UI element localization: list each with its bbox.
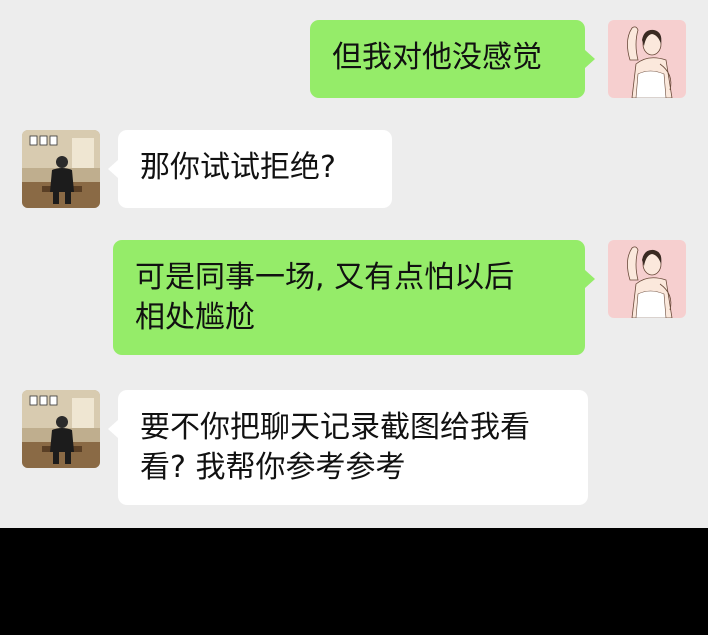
- man-photo-avatar-icon: [22, 390, 100, 468]
- message-text-line-2: 看? 我帮你参考参考: [140, 450, 406, 485]
- message-bubble-incoming[interactable]: 那你试试拒绝?: [118, 130, 392, 208]
- bubble-tail: [585, 50, 595, 68]
- message-text-line-1: 可是同事一场, 又有点怕以后: [135, 260, 515, 295]
- my-avatar[interactable]: [608, 20, 686, 98]
- message-bubble-outgoing[interactable]: 可是同事一场, 又有点怕以后 相处尴尬: [113, 240, 585, 355]
- bubble-tail: [108, 420, 118, 438]
- message-bubble-incoming[interactable]: 要不你把聊天记录截图给我看 看? 我帮你参考参考: [118, 390, 588, 505]
- message-text: 那你试试拒绝?: [140, 150, 336, 185]
- bottom-black-band: [0, 528, 708, 635]
- bubble-tail: [108, 160, 118, 178]
- message-text-line-1: 要不你把聊天记录截图给我看: [140, 410, 530, 445]
- friend-avatar[interactable]: [22, 390, 100, 468]
- friend-avatar[interactable]: [22, 130, 100, 208]
- bubble-tail: [585, 270, 595, 288]
- chat-area: 但我对他没感觉 那你试试拒绝? 可是同事一场, 又有点怕以后 相处尴尬 要不你把…: [0, 0, 708, 528]
- message-text-line-2: 相处尴尬: [135, 300, 255, 335]
- message-bubble-outgoing[interactable]: 但我对他没感觉: [310, 20, 585, 98]
- message-text: 但我对他没感觉: [332, 40, 542, 75]
- my-avatar[interactable]: [608, 240, 686, 318]
- man-photo-avatar-icon: [22, 130, 100, 208]
- woman-illustration-avatar-icon: [608, 20, 686, 98]
- woman-illustration-avatar-icon: [608, 240, 686, 318]
